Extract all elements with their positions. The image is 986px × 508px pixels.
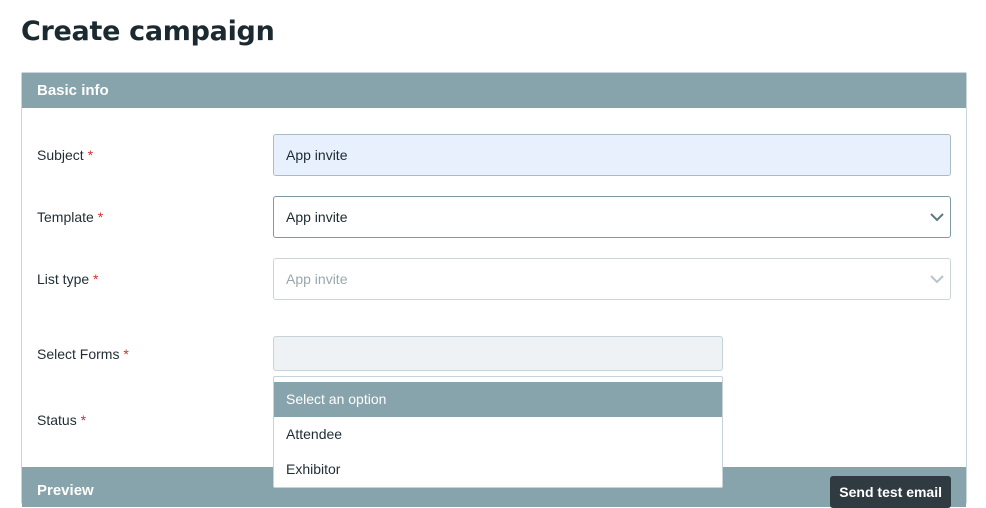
required-mark: * <box>123 346 129 362</box>
required-mark: * <box>93 271 99 287</box>
preview-label: Preview <box>37 482 94 499</box>
template-select[interactable]: App invite <box>273 196 951 238</box>
required-mark: * <box>80 412 87 428</box>
dropdown-option-exhibitor[interactable]: Exhibitor <box>274 452 722 487</box>
list-type-label: List type * <box>37 271 99 287</box>
page-title: Create campaign <box>21 16 275 47</box>
select-forms-input[interactable] <box>273 336 723 371</box>
basic-info-header: Basic info <box>22 73 966 108</box>
required-mark: * <box>97 209 104 225</box>
list-type-select[interactable]: App invite <box>273 258 951 300</box>
subject-label: Subject * <box>37 147 94 163</box>
chevron-down-icon <box>930 210 944 224</box>
select-forms-dropdown: Select an option Attendee Exhibitor <box>273 376 723 488</box>
required-mark: * <box>87 147 94 163</box>
select-forms-label: Select Forms * <box>37 346 129 362</box>
chevron-down-icon <box>930 272 944 286</box>
dropdown-option-select-an-option[interactable]: Select an option <box>274 382 722 417</box>
status-label: Status * <box>37 412 87 428</box>
dropdown-option-attendee[interactable]: Attendee <box>274 417 722 452</box>
template-label: Template * <box>37 209 104 225</box>
subject-input[interactable]: App invite <box>273 134 951 176</box>
send-test-email-button[interactable]: Send test email <box>830 476 951 508</box>
